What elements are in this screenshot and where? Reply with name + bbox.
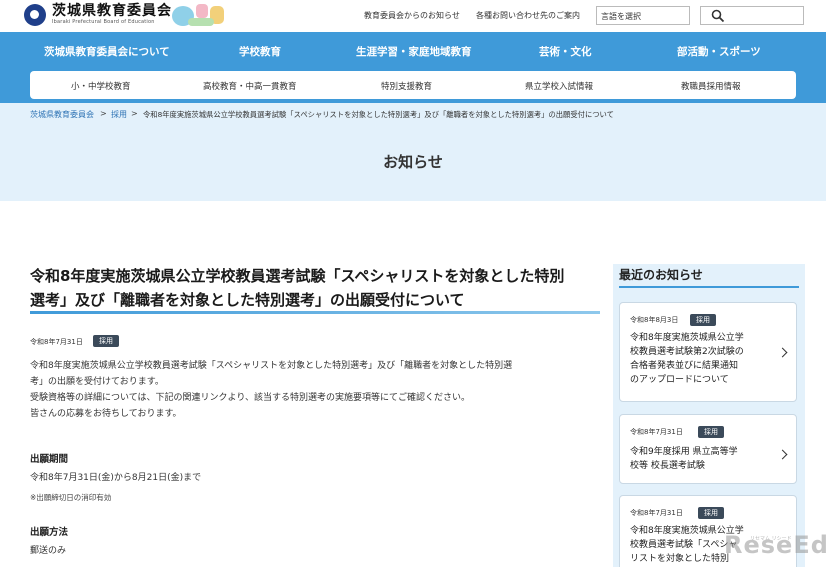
contact-link[interactable]: 各種お問い合わせ先のご案内 (476, 10, 580, 21)
logo-text: 茨城県教育委員会 Ibaraki Prefectural Board of Ed… (52, 4, 172, 26)
card-date: 令和8年8月3日 (630, 316, 679, 324)
chevron-right-icon (777, 449, 788, 460)
card-tag: 採用 (698, 507, 724, 519)
article-title: 令和8年度実施茨城県公立学校教員選考試験「スペシャリストを対象とした特別 選考」… (30, 264, 602, 312)
subnav-recruitment[interactable]: 教職員採用情報 (681, 80, 741, 92)
news-card[interactable]: 令和8年8月3日 採用 令和8年度実施茨城県公立学 校教員選考試験第2次試験の … (619, 302, 797, 402)
nav-lifelong-learning[interactable]: 生涯学習・家庭地域教育 (356, 44, 472, 59)
breadcrumb-separator: > (100, 109, 107, 118)
article-paragraph: 令和8年度実施茨城県公立学校教員選考試験「スペシャリストを対象とした特別選考」及… (30, 358, 590, 422)
reseed-watermark-sub: リセマム リシード (750, 536, 792, 542)
article-title-line: 令和8年度実施茨城県公立学校教員選考試験「スペシャリストを対象とした特別 (30, 267, 565, 285)
card-title: 令和8年度実施茨城県公立学 校教員選考試験第2次試験の 合格者発表並びに結果通知… (630, 333, 744, 385)
main-navigation: 茨城県教育委員会について 学校教育 生涯学習・家庭地域教育 芸術・文化 部活動・… (0, 32, 826, 103)
nav-school-education[interactable]: 学校教育 (239, 44, 281, 59)
period-note: ※出願締切日の消印有効 (30, 493, 112, 502)
breadcrumb-area: 茨城県教育委員会 > 採用 > 令和8年度実施茨城県公立学校教員選考試験「スペシ… (0, 103, 826, 201)
site-logo[interactable]: 茨城県教育委員会 Ibaraki Prefectural Board of Ed… (24, 4, 172, 26)
subnav-entrance-exam[interactable]: 県立学校入試情報 (525, 80, 593, 92)
card-date: 令和8年7月31日 (630, 428, 683, 436)
mascot-illustration (170, 2, 228, 29)
news-card[interactable]: 令和8年7月31日 採用 令和9年度採用 県立高等学 校等 校長選考試験 (619, 414, 797, 484)
title-divider (30, 311, 600, 314)
notice-link[interactable]: 教育委員会からのお知らせ (364, 10, 460, 21)
card-title: 令和9年度採用 県立高等学 校等 校長選考試験 (630, 447, 738, 471)
period-text: 令和8年7月31日(金)から8月21日(金)まで (30, 473, 202, 483)
chevron-right-icon (777, 347, 788, 358)
card-tag: 採用 (698, 426, 724, 438)
subnav-special-support[interactable]: 特別支援教育 (381, 80, 432, 92)
logo-name: 茨城県教育委員会 (52, 3, 172, 19)
search-icon (711, 9, 725, 23)
page-heading: お知らせ (383, 153, 443, 171)
method-heading: 出願方法 (30, 527, 69, 538)
paragraph-line: 考」の出願を受付けております。 (30, 377, 164, 387)
logo-english-name: Ibaraki Prefectural Board of Education (52, 19, 155, 25)
sidebar-divider (619, 286, 799, 288)
recent-news-sidebar: 最近のお知らせ 令和8年8月3日 採用 令和8年度実施茨城県公立学 校教員選考試… (613, 264, 805, 567)
breadcrumb-current: 令和8年度実施茨城県公立学校教員選考試験「スペシャリストを対象とした特別選考」及… (143, 110, 614, 119)
prefecture-emblem-icon (24, 4, 46, 26)
method-text: 郵送のみ (30, 546, 67, 556)
nav-about[interactable]: 茨城県教育委員会について (44, 44, 170, 59)
language-select[interactable]: 言語を選択 (596, 6, 690, 25)
nav-club-sports[interactable]: 部活動・スポーツ (677, 44, 761, 59)
article-title-line: 選考」及び「離職者を対象とした特別選考」の出願受付について (30, 291, 465, 309)
subnav-high-school[interactable]: 高校教育・中高一貫教育 (203, 80, 297, 92)
card-tag: 採用 (690, 314, 716, 326)
breadcrumb-home[interactable]: 茨城県教育委員会 (30, 109, 94, 120)
article-date: 令和8年7月31日 (30, 338, 83, 346)
category-tag: 採用 (93, 335, 119, 347)
top-bar: 茨城県教育委員会 Ibaraki Prefectural Board of Ed… (0, 0, 826, 32)
nav-arts-culture[interactable]: 芸術・文化 (539, 44, 592, 59)
sidebar-title: 最近のお知らせ (619, 268, 703, 282)
paragraph-line: 令和8年度実施茨城県公立学校教員選考試験「スペシャリストを対象とした特別選考」及… (30, 361, 513, 371)
period-heading: 出願期間 (30, 454, 69, 465)
card-date: 令和8年7月31日 (630, 509, 683, 517)
paragraph-line: 皆さんの応募をお待ちしております。 (30, 409, 182, 419)
breadcrumb-separator: > (131, 109, 138, 118)
search-button[interactable] (700, 6, 804, 25)
subnav-elementary[interactable]: 小・中学校教育 (71, 80, 131, 92)
sub-navigation: 小・中学校教育 高校教育・中高一貫教育 特別支援教育 県立学校入試情報 教職員採… (30, 71, 796, 99)
paragraph-line: 受験資格等の詳細については、下記の関連リンクより、該当する特別選考の実施要項等に… (30, 393, 471, 403)
breadcrumb-recruitment[interactable]: 採用 (111, 109, 127, 120)
